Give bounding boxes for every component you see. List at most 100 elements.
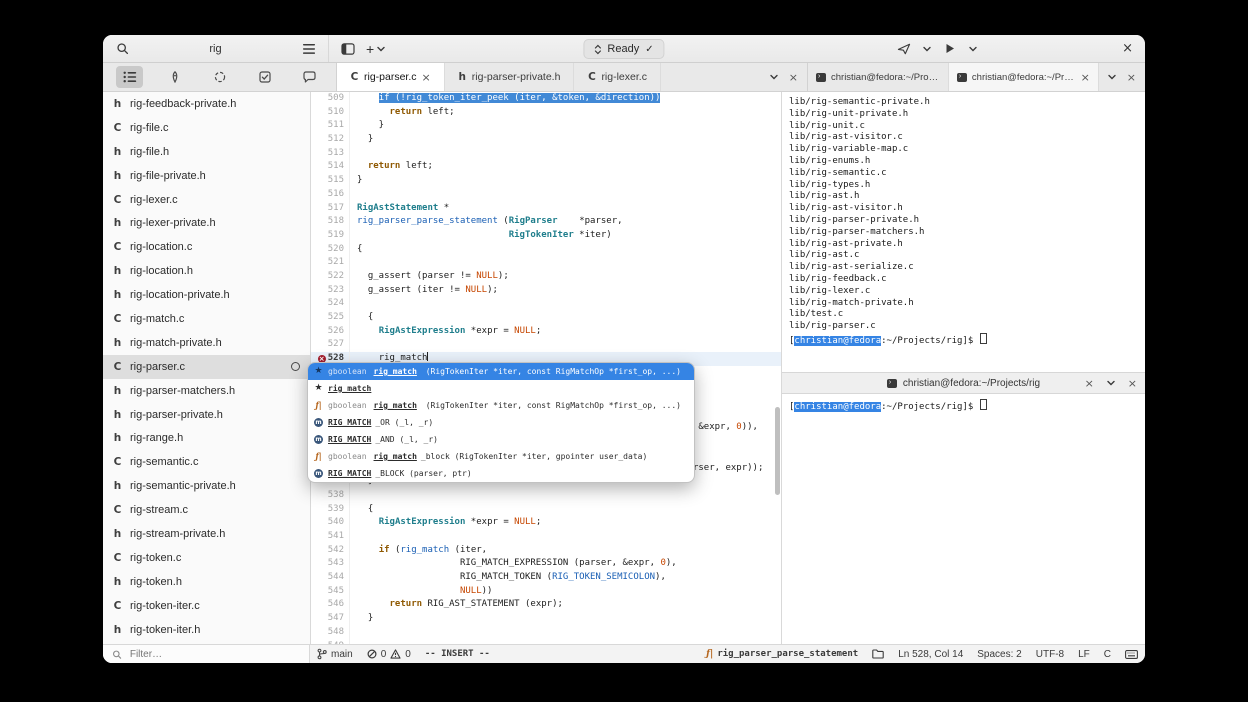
file-row[interactable]: Crig-match.c xyxy=(103,307,310,331)
completion-item[interactable]: ★ rig_match xyxy=(308,380,694,397)
switcher-chat-icon[interactable] xyxy=(296,66,323,88)
cursor-position[interactable]: Ln 528, Col 14 xyxy=(891,645,970,663)
editor-tab[interactable]: h rig-parser-private.h xyxy=(445,63,575,91)
search-icon[interactable] xyxy=(112,39,132,59)
code-line[interactable]: 526 RigAstExpression *expr = NULL; xyxy=(311,324,781,339)
encoding-setting[interactable]: UTF-8 xyxy=(1029,645,1071,663)
code-line[interactable]: 539 { xyxy=(311,502,781,517)
panel-chevron-icon[interactable] xyxy=(1107,380,1115,386)
editor-tab[interactable]: Crig-lexer.c xyxy=(574,63,661,91)
code-line[interactable]: 538 xyxy=(311,488,781,503)
code-line[interactable]: 509 if (!rig_token_iter_peek (iter, &tok… xyxy=(311,92,781,106)
switcher-project-tree-icon[interactable] xyxy=(116,66,143,88)
code-line[interactable]: 543 RIG_MATCH_EXPRESSION (parser, &expr,… xyxy=(311,557,781,572)
file-row[interactable]: h rig-range.h xyxy=(103,426,310,450)
terminal-tab[interactable]: christian@fedora:~/Projects/rig xyxy=(808,63,949,91)
code-line[interactable]: 510 return left; xyxy=(311,105,781,120)
build-icon[interactable] xyxy=(894,39,914,59)
close-tab-icon[interactable]: × xyxy=(1081,71,1090,84)
code-line[interactable]: 517 RigAstStatement * xyxy=(311,201,781,216)
file-row[interactable]: h rig-location.h xyxy=(103,259,310,283)
tab-list-chevron-icon[interactable] xyxy=(1108,74,1116,80)
switcher-todo-icon[interactable] xyxy=(251,66,278,88)
indentation-setting[interactable]: Spaces: 2 xyxy=(970,645,1028,663)
file-row[interactable]: h rig-match-private.h xyxy=(103,331,310,355)
code-line[interactable]: 511 } xyxy=(311,119,781,134)
close-tab-icon[interactable]: × xyxy=(1085,377,1094,390)
terminal-top[interactable]: lib/rig-semantic-private.h lib/rig-unit-p… xyxy=(782,92,1145,372)
code-line[interactable]: 513 xyxy=(311,146,781,161)
code-line[interactable]: 519 RigTokenIter *iter) xyxy=(311,228,781,243)
scrollbar-thumb[interactable] xyxy=(775,406,780,495)
switcher-build-icon[interactable] xyxy=(161,66,188,88)
omnibar[interactable]: Ready ✓ xyxy=(583,39,665,59)
menu-icon[interactable] xyxy=(299,39,319,59)
close-page-icon[interactable]: × xyxy=(789,71,798,84)
code-line[interactable]: 518 rig_parser_parse_statement (RigParser… xyxy=(311,215,781,229)
file-row[interactable]: Crig-location.c xyxy=(103,235,310,259)
keyboard-button[interactable] xyxy=(1118,645,1145,663)
code-line[interactable]: 547 } xyxy=(311,612,781,626)
code-line[interactable]: 540 RigAstExpression *expr = NULL; xyxy=(311,516,781,530)
file-row[interactable]: Crig-token-iter.c xyxy=(103,594,310,618)
file-row[interactable]: Crig-lexer.c xyxy=(103,188,310,212)
editor-scrollbar[interactable] xyxy=(775,92,780,644)
language-setting[interactable]: C xyxy=(1097,645,1118,663)
line-ending-setting[interactable]: LF xyxy=(1071,645,1097,663)
file-row[interactable]: h rig-location-private.h xyxy=(103,283,310,307)
code-line[interactable]: 546 return RIG_AST_STATEMENT (expr); xyxy=(311,598,781,613)
close-tab-icon[interactable]: × xyxy=(422,71,431,84)
project-folder-button[interactable] xyxy=(865,645,891,663)
run-menu-chevron-icon[interactable] xyxy=(963,39,983,59)
code-line[interactable]: 516 xyxy=(311,187,781,202)
code-line[interactable]: 541 xyxy=(311,530,781,544)
code-line[interactable]: 524 xyxy=(311,297,781,311)
file-row[interactable]: h rig-file-private.h xyxy=(103,164,310,188)
code-line[interactable]: 527 xyxy=(311,338,781,353)
code-line[interactable]: 514 return left; xyxy=(311,160,781,175)
completion-item[interactable]: m RIG_MATCH _BLOCK (parser, ptr) xyxy=(308,465,694,482)
file-row[interactable]: Crig-semantic.c xyxy=(103,450,310,474)
code-line[interactable]: 549 xyxy=(311,639,781,644)
file-row[interactable]: Crig-token.c xyxy=(103,546,310,570)
code-line[interactable]: 520 { xyxy=(311,242,781,257)
file-row[interactable]: h rig-parser-private.h xyxy=(103,403,310,427)
file-row[interactable]: Crig-parser.c xyxy=(103,354,310,379)
file-row[interactable]: h rig-parser-matchers.h xyxy=(103,379,310,403)
code-line[interactable]: 525 { xyxy=(311,311,781,325)
branch-indicator[interactable]: main xyxy=(310,645,360,663)
tab-list-chevron-icon[interactable] xyxy=(770,74,778,80)
file-row[interactable]: h rig-semantic-private.h xyxy=(103,474,310,498)
filter-input[interactable] xyxy=(127,647,300,661)
code-line[interactable]: 522 g_assert (parser != NULL); xyxy=(311,269,781,284)
code-line[interactable]: 512 } xyxy=(311,133,781,147)
close-page-icon[interactable]: × xyxy=(1127,71,1136,84)
file-row[interactable]: h rig-feedback-private.h xyxy=(103,92,310,116)
code-line[interactable]: 515} xyxy=(311,174,781,188)
new-page-button[interactable]: + xyxy=(366,41,385,57)
file-row[interactable]: h rig-token.h xyxy=(103,570,310,594)
completion-item[interactable]: m RIG_MATCH _AND (_l, _r) xyxy=(308,431,694,448)
file-row[interactable]: h rig-file.h xyxy=(103,140,310,164)
code-line[interactable]: 548 xyxy=(311,625,781,640)
close-panel-icon[interactable]: × xyxy=(1128,377,1137,390)
code-line[interactable]: 523 g_assert (iter != NULL); xyxy=(311,283,781,298)
file-row[interactable]: h rig-lexer-private.h xyxy=(103,211,310,235)
file-row[interactable]: h rig-token-iter.h xyxy=(103,618,310,642)
completion-item[interactable]: ★ gboolean rig_match (RigTokenIter *iter, … xyxy=(308,363,694,380)
completion-item[interactable]: m RIG_MATCH _OR (_l, _r) xyxy=(308,414,694,431)
editor-tab[interactable]: Crig-parser.c × xyxy=(337,63,445,91)
code-line[interactable]: 521 xyxy=(311,256,781,270)
window-close-icon[interactable]: × xyxy=(1119,41,1136,56)
run-icon[interactable] xyxy=(940,39,960,59)
bottom-panel-tab[interactable]: christian@fedora:~/Projects/rig xyxy=(886,378,1040,389)
code-line[interactable]: 544 RIG_MATCH_TOKEN (RIG_TOKEN_SEMICOLON… xyxy=(311,571,781,585)
file-row[interactable]: Crig-file.c xyxy=(103,116,310,140)
completion-item[interactable]: ƒ| gboolean rig_match _block (RigTokenIter … xyxy=(308,448,694,465)
terminal-tab[interactable]: christian@fedora:~/Projects… × xyxy=(948,63,1099,91)
code-line[interactable]: 545 NULL)) xyxy=(311,584,781,599)
build-menu-chevron-icon[interactable] xyxy=(917,39,937,59)
completion-item[interactable]: ƒ| gboolean rig_match (RigTokenIter *iter,… xyxy=(308,397,694,414)
file-row[interactable]: Crig-stream.c xyxy=(103,498,310,522)
switcher-debug-icon[interactable] xyxy=(206,66,233,88)
